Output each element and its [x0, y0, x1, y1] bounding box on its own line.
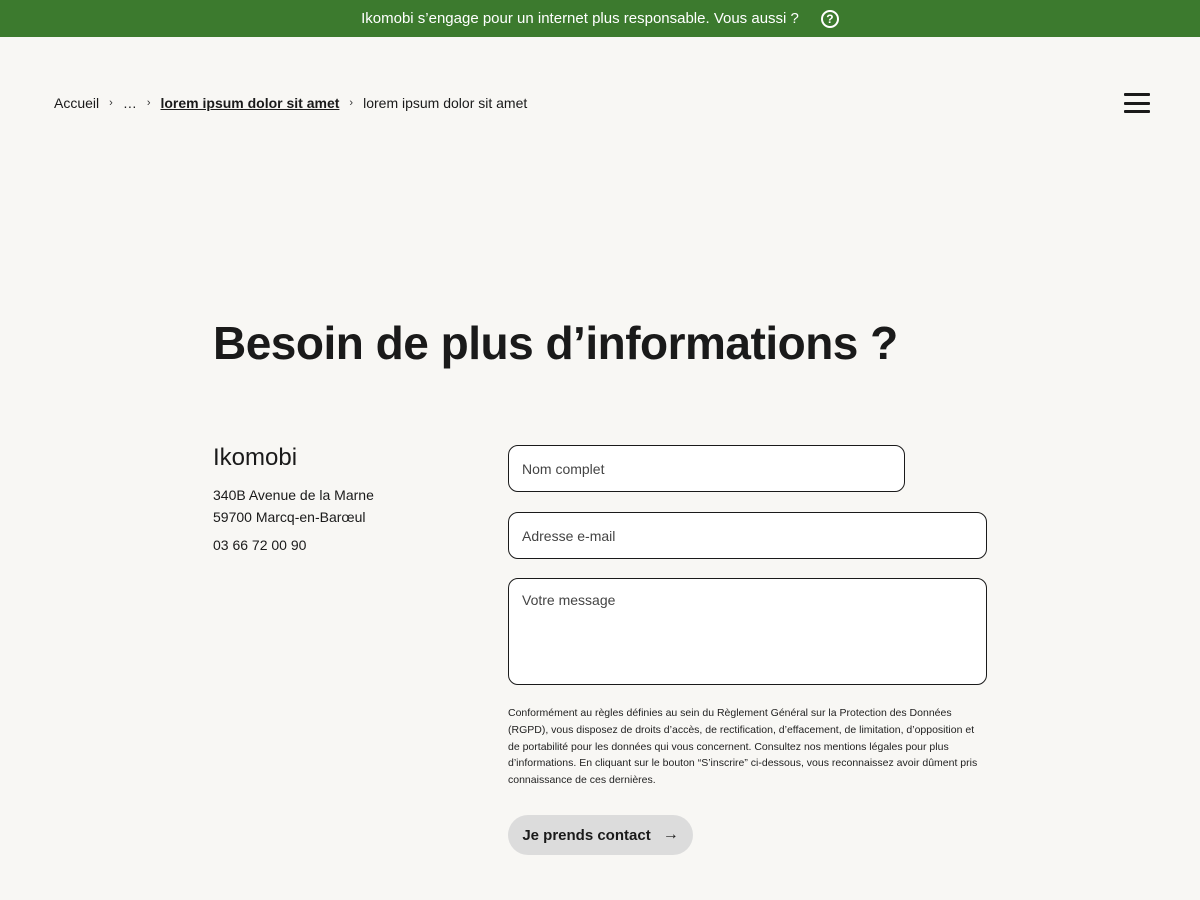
arrow-right-icon: →	[662, 826, 679, 843]
hamburger-menu-icon[interactable]	[1124, 93, 1150, 113]
breadcrumb-home-link[interactable]: Accueil	[54, 95, 99, 111]
menu-line	[1124, 110, 1150, 113]
company-info: Ikomobi 340B Avenue de la Marne 59700 Ma…	[213, 444, 473, 553]
submit-contact-button[interactable]: Je prends contact →	[508, 815, 693, 855]
breadcrumb-ellipsis[interactable]: …	[123, 95, 137, 111]
menu-line	[1124, 101, 1150, 105]
address-line-2: 59700 Marcq-en-Barœul	[213, 509, 366, 525]
phone-number[interactable]: 03 66 72 00 90	[213, 537, 473, 553]
banner-text: Ikomobi s’engage pour un internet plus r…	[361, 10, 799, 27]
breadcrumb-current: lorem ipsum dolor sit amet	[363, 95, 528, 111]
top-banner: Ikomobi s’engage pour un internet plus r…	[0, 0, 1200, 37]
chevron-right-icon: ›	[146, 97, 151, 109]
chevron-right-icon: ›	[349, 97, 354, 109]
full-name-input[interactable]	[508, 445, 905, 492]
company-name: Ikomobi	[213, 444, 298, 471]
address-line-1: 340B Avenue de la Marne	[213, 487, 374, 503]
legal-notice: Conformément au règles définies au sein …	[508, 707, 978, 787]
menu-line	[1124, 93, 1150, 96]
chevron-right-icon: ›	[109, 97, 113, 109]
email-input[interactable]	[508, 512, 987, 559]
submit-label: Je prends contact	[522, 826, 651, 844]
page-title: Besoin de plus d’informations ?	[213, 317, 898, 369]
question-circle-icon[interactable]: ?	[820, 9, 839, 28]
breadcrumb: Accueil › … › lorem ipsum dolor sit amet…	[54, 93, 527, 113]
breadcrumb-parent-link[interactable]: lorem ipsum dolor sit amet	[160, 95, 339, 111]
message-textarea[interactable]	[508, 578, 987, 685]
